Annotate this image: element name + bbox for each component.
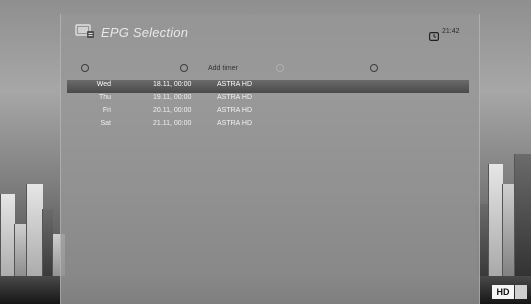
epg-panel: EPG Selection 21:42 Add timer Wed 18.11,… — [60, 14, 480, 304]
blue-button-icon[interactable] — [370, 64, 378, 72]
tv-screen: EPG Selection 21:42 Add timer Wed 18.11,… — [0, 0, 531, 304]
page-title: EPG Selection — [101, 25, 189, 40]
hd-badge-tail — [515, 285, 527, 299]
title-bar: EPG Selection 21:42 — [61, 14, 479, 48]
list-item[interactable]: Fri 20.11, 00:00 ASTRA HD — [67, 106, 469, 119]
list-item[interactable]: Thu 19.11, 00:00 ASTRA HD — [67, 93, 469, 106]
channel-name: ASTRA HD — [217, 120, 253, 127]
clock-time: 21:42 — [442, 28, 460, 35]
channel-name: ASTRA HD — [217, 81, 253, 88]
day-label: Fri — [102, 107, 111, 114]
color-button-bar: Add timer — [61, 62, 479, 76]
list-item[interactable]: Sat 21.11, 00:00 ASTRA HD — [67, 119, 469, 132]
day-label: Sat — [100, 120, 111, 127]
clock-icon — [429, 28, 440, 42]
red-button-icon[interactable] — [81, 64, 89, 72]
yellow-button-icon[interactable] — [276, 64, 284, 72]
day-label: Wed — [96, 81, 111, 88]
date-time: 20.11, 00:00 — [153, 107, 192, 114]
add-timer-label: Add timer — [208, 65, 238, 72]
hd-badge: HD — [492, 285, 514, 299]
channel-name: ASTRA HD — [217, 94, 253, 101]
epg-list: Wed 18.11, 00:00 ASTRA HD Thu 19.11, 00:… — [67, 80, 469, 132]
list-item[interactable]: Wed 18.11, 00:00 ASTRA HD — [67, 80, 469, 93]
date-time: 21.11, 00:00 — [153, 120, 192, 127]
green-button-icon[interactable] — [180, 64, 188, 72]
channel-name: ASTRA HD — [217, 107, 253, 114]
date-time: 18.11, 00:00 — [153, 81, 192, 88]
day-label: Thu — [98, 94, 111, 101]
date-time: 19.11, 00:00 — [153, 94, 192, 101]
epg-icon — [75, 23, 95, 39]
